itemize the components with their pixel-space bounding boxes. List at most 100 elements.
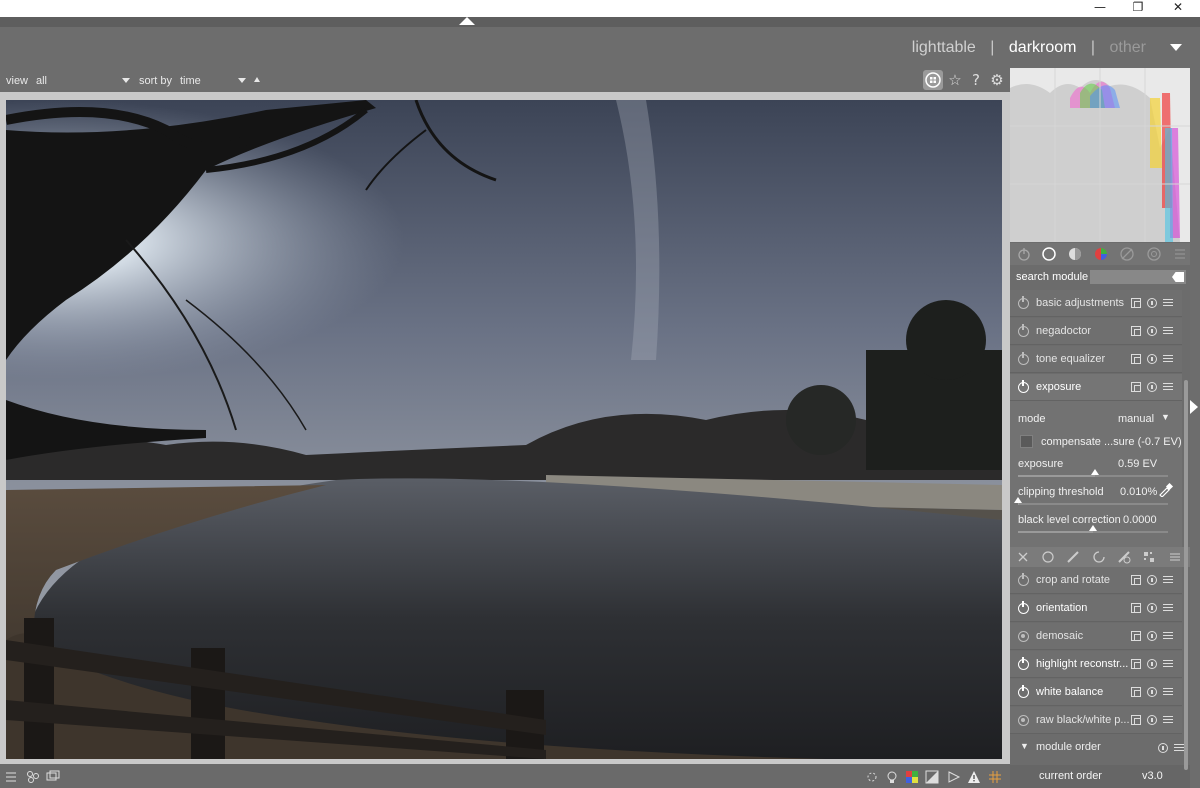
multi-instance-icon[interactable] [1131,715,1141,725]
presets-icon[interactable] [1163,298,1173,308]
collapse-top-panel-icon[interactable] [459,17,475,25]
multi-instance-icon[interactable] [1131,298,1141,308]
presets-menu-icon[interactable] [1172,246,1188,262]
sort-dropdown-icon[interactable] [238,78,246,83]
right-panel-scrollbar[interactable] [1184,380,1188,770]
presets-icon[interactable] [1163,382,1173,392]
presets-icon[interactable] [1163,354,1173,364]
focus-peaking-icon[interactable] [865,770,879,784]
mask-off-icon[interactable] [1016,550,1030,564]
reset-icon[interactable] [1158,743,1168,753]
reset-icon[interactable] [1147,631,1157,641]
photo[interactable] [6,100,1002,759]
multi-instance-icon[interactable] [1131,659,1141,669]
reset-icon[interactable] [1147,575,1157,585]
drawn-parametric-mask-icon[interactable] [1117,550,1131,564]
module-raw-black-white-point[interactable]: raw black/white p... [1010,707,1182,734]
tone-group-icon[interactable] [1067,246,1083,262]
multi-instance-icon[interactable] [1131,354,1141,364]
raster-mask-icon[interactable] [1142,550,1156,564]
sort-select[interactable]: time [180,75,201,87]
multi-instance-icon[interactable] [1131,382,1141,392]
presets-icon[interactable] [1163,603,1173,613]
sort-order-icon[interactable] [254,77,260,82]
quick-access-icon[interactable] [4,770,18,784]
reset-icon[interactable] [1147,298,1157,308]
base-group-icon[interactable] [1041,246,1057,262]
compensate-checkbox[interactable] [1020,435,1033,448]
multi-instance-icon[interactable] [1131,631,1141,641]
reset-icon[interactable] [1147,326,1157,336]
module-exposure[interactable]: exposure [1010,374,1182,401]
clipping-threshold-slider[interactable] [1014,497,1168,505]
presets-icon[interactable] [1163,326,1173,336]
module-highlight-reconstruction[interactable]: highlight reconstr... [1010,651,1182,678]
power-icon[interactable] [1018,685,1029,698]
module-tone-equalizer[interactable]: tone equalizer [1010,346,1182,373]
softproof-icon[interactable] [885,770,899,784]
multi-instance-icon[interactable] [1131,575,1141,585]
collapse-right-panel-icon[interactable] [1190,400,1198,414]
presets-icon[interactable] [1174,743,1184,753]
drawn-mask-icon[interactable] [1066,550,1080,564]
module-demosaic[interactable]: demosaic [1010,623,1182,650]
module-crop-and-rotate[interactable]: crop and rotate [1010,567,1182,594]
view-lighttable[interactable]: lighttable [912,39,976,57]
styles-icon[interactable] [26,770,40,784]
power-icon[interactable] [1018,601,1029,614]
module-basic-adjustments[interactable]: basic adjustments [1010,290,1182,317]
multi-instance-icon[interactable] [1131,687,1141,697]
module-white-balance[interactable]: white balance [1010,679,1182,706]
reset-icon[interactable] [1147,603,1157,613]
black-level-slider[interactable] [1018,525,1168,533]
mode-select[interactable]: manual [1118,413,1154,425]
gear-icon[interactable]: ⚙ [987,70,1007,90]
uniform-mask-icon[interactable] [1041,550,1055,564]
views-dropdown-icon[interactable] [1170,44,1182,51]
clipping-warning-icon[interactable] [967,770,981,784]
presets-icon[interactable] [1163,715,1173,725]
color-group-icon[interactable] [1093,246,1109,262]
exposure-slider[interactable] [1018,469,1168,477]
minimize-button[interactable]: — [1080,0,1120,17]
active-modules-icon[interactable] [1016,246,1032,262]
guides-icon[interactable] [947,770,961,784]
raw-overexposed-icon[interactable] [925,770,939,784]
module-order-header[interactable]: ▼ module order [1010,735,1190,759]
reset-icon[interactable] [1147,687,1157,697]
grid-guides-icon[interactable] [988,770,1002,784]
color-picker-icon[interactable] [1158,483,1174,497]
presets-icon[interactable] [1163,575,1173,585]
mode-dropdown-icon[interactable]: ▼ [1161,412,1170,422]
module-negadoctor[interactable]: negadoctor [1010,318,1182,345]
reset-icon[interactable] [1147,382,1157,392]
view-filter-dropdown-icon[interactable] [122,78,130,83]
correct-group-icon[interactable] [1119,246,1135,262]
multi-instance-icon[interactable] [1131,326,1141,336]
multi-instance-icon[interactable] [1131,603,1141,613]
grid-icon[interactable] [923,70,943,90]
module-orientation[interactable]: orientation [1010,595,1182,622]
presets-icon[interactable] [1163,659,1173,669]
presets-icon[interactable] [1163,631,1173,641]
presets-icon[interactable] [1163,687,1173,697]
search-input[interactable] [1090,270,1186,284]
parametric-mask-icon[interactable] [1092,550,1106,564]
restore-button[interactable]: ❐ [1118,0,1158,17]
reset-icon[interactable] [1147,354,1157,364]
view-filter-select[interactable]: all [36,75,47,87]
power-icon[interactable] [1018,380,1029,393]
close-button[interactable]: ✕ [1158,0,1198,17]
view-other[interactable]: other [1110,39,1146,57]
expand-arrow-icon[interactable]: ▼ [1020,741,1029,751]
power-icon[interactable] [1018,296,1029,309]
power-icon[interactable] [1018,573,1029,586]
reset-icon[interactable] [1147,715,1157,725]
effect-group-icon[interactable] [1146,246,1162,262]
histogram[interactable] [1010,68,1190,242]
power-icon[interactable] [1018,324,1029,337]
image-canvas[interactable] [0,92,1010,764]
reset-icon[interactable] [1147,659,1157,669]
second-window-icon[interactable] [46,770,60,784]
mask-presets-icon[interactable] [1168,550,1182,564]
